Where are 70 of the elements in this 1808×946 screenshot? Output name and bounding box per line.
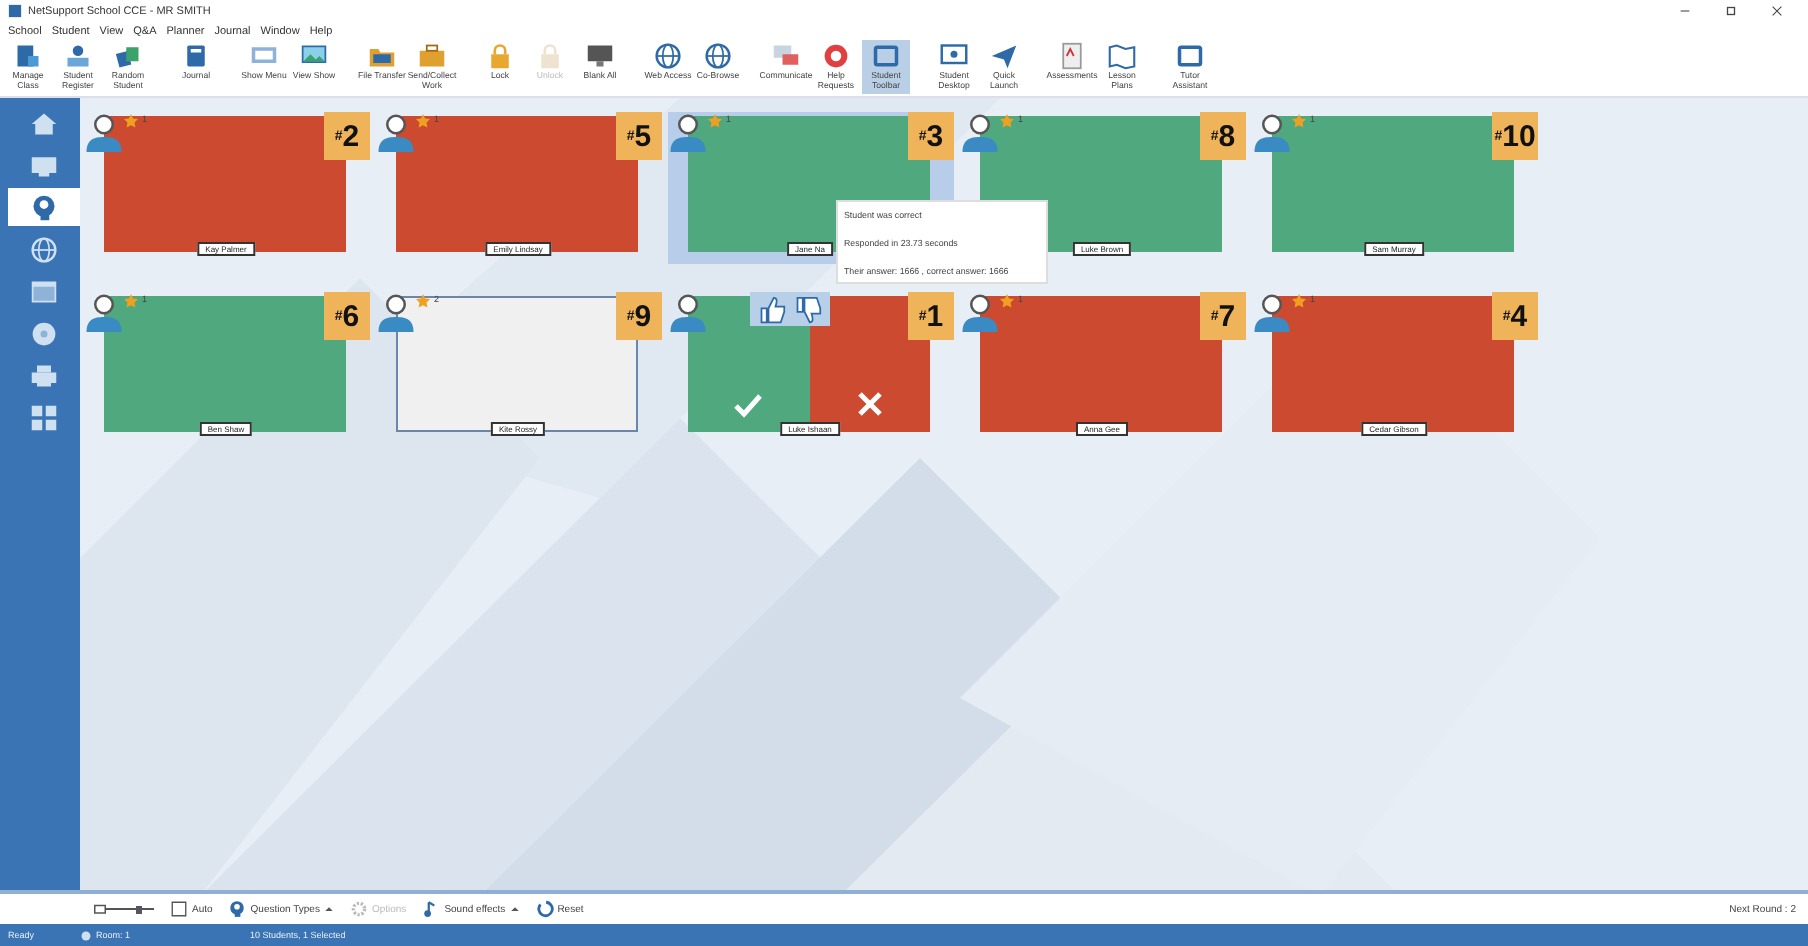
rank-badge: $^{#}$7 bbox=[1200, 292, 1246, 340]
lock-icon bbox=[486, 42, 514, 70]
star-icon bbox=[1000, 294, 1014, 308]
rank-badge: $^{#}$6 bbox=[324, 292, 370, 340]
monitor-icon bbox=[940, 42, 968, 70]
briefcase-icon bbox=[418, 42, 446, 70]
close-icon[interactable] bbox=[1770, 4, 1784, 18]
student-avatar-icon bbox=[376, 112, 416, 152]
star-icon bbox=[416, 294, 430, 308]
globe-icon bbox=[704, 42, 732, 70]
zoom-slider[interactable] bbox=[94, 903, 154, 915]
app-icon bbox=[8, 4, 22, 18]
sidebar-button[interactable] bbox=[8, 188, 80, 226]
student-avatar-icon bbox=[1252, 112, 1292, 152]
classroom-icon bbox=[14, 42, 42, 70]
rank-badge: $^{#}$8 bbox=[1200, 112, 1246, 160]
star-icon bbox=[1000, 114, 1014, 128]
student-avatar-icon bbox=[84, 112, 124, 152]
home-icon bbox=[30, 109, 58, 137]
slider-thumb[interactable] bbox=[135, 905, 142, 913]
chat-icon bbox=[772, 42, 800, 70]
head-icon bbox=[228, 900, 247, 918]
star-icon bbox=[1292, 294, 1306, 308]
monitor-icon bbox=[30, 151, 58, 179]
monitor-icon bbox=[94, 903, 106, 915]
rank-badge: $^{#}$1 bbox=[908, 292, 954, 340]
printer-icon bbox=[30, 361, 58, 389]
rank-badge: $^{#}$2 bbox=[324, 112, 370, 160]
student-avatar-icon bbox=[960, 292, 1000, 332]
rank-badge: $^{#}$5 bbox=[616, 112, 662, 160]
window-icon bbox=[872, 42, 900, 70]
person-icon bbox=[64, 42, 92, 70]
document-icon bbox=[1058, 42, 1086, 70]
head-icon bbox=[30, 193, 58, 221]
grid-icon bbox=[30, 403, 58, 431]
frame-icon bbox=[170, 900, 188, 918]
lock-icon bbox=[536, 42, 564, 70]
lifebuoy-icon bbox=[822, 42, 850, 70]
map-icon bbox=[1108, 42, 1136, 70]
student-avatar-icon bbox=[1252, 292, 1292, 332]
star-icon bbox=[124, 294, 138, 308]
rank-badge: $^{#}$9 bbox=[616, 292, 662, 340]
reset-icon bbox=[535, 900, 554, 918]
rank-badge: $^{#}$3 bbox=[908, 112, 954, 160]
globe-icon bbox=[654, 42, 682, 70]
student-avatar-icon bbox=[668, 112, 708, 152]
cards-icon bbox=[114, 42, 142, 70]
monitor-icon bbox=[586, 42, 614, 70]
star-icon bbox=[1292, 114, 1306, 128]
paper-plane-icon bbox=[990, 42, 1018, 70]
gear-icon bbox=[349, 900, 368, 918]
student-avatar-icon bbox=[84, 292, 124, 332]
cross-icon bbox=[853, 388, 886, 420]
rank-badge: $^{#}$10 bbox=[1492, 112, 1538, 160]
minimize-icon[interactable] bbox=[1678, 4, 1692, 18]
student-avatar-icon bbox=[960, 112, 1000, 152]
rank-badge: $^{#}$4 bbox=[1492, 292, 1538, 340]
thumbs-down-icon[interactable] bbox=[792, 295, 824, 323]
window-icon bbox=[30, 277, 58, 305]
student-avatar-icon bbox=[668, 292, 708, 332]
student-avatar-icon bbox=[376, 292, 416, 332]
globe-icon bbox=[30, 235, 58, 263]
star-icon bbox=[416, 114, 430, 128]
star-icon bbox=[124, 114, 138, 128]
star-icon bbox=[708, 114, 722, 128]
book-icon bbox=[182, 42, 210, 70]
music-note-icon bbox=[422, 900, 441, 918]
restore-icon[interactable] bbox=[1724, 4, 1738, 18]
thumbs-up-icon[interactable] bbox=[756, 295, 788, 323]
window-icon bbox=[1176, 42, 1204, 70]
